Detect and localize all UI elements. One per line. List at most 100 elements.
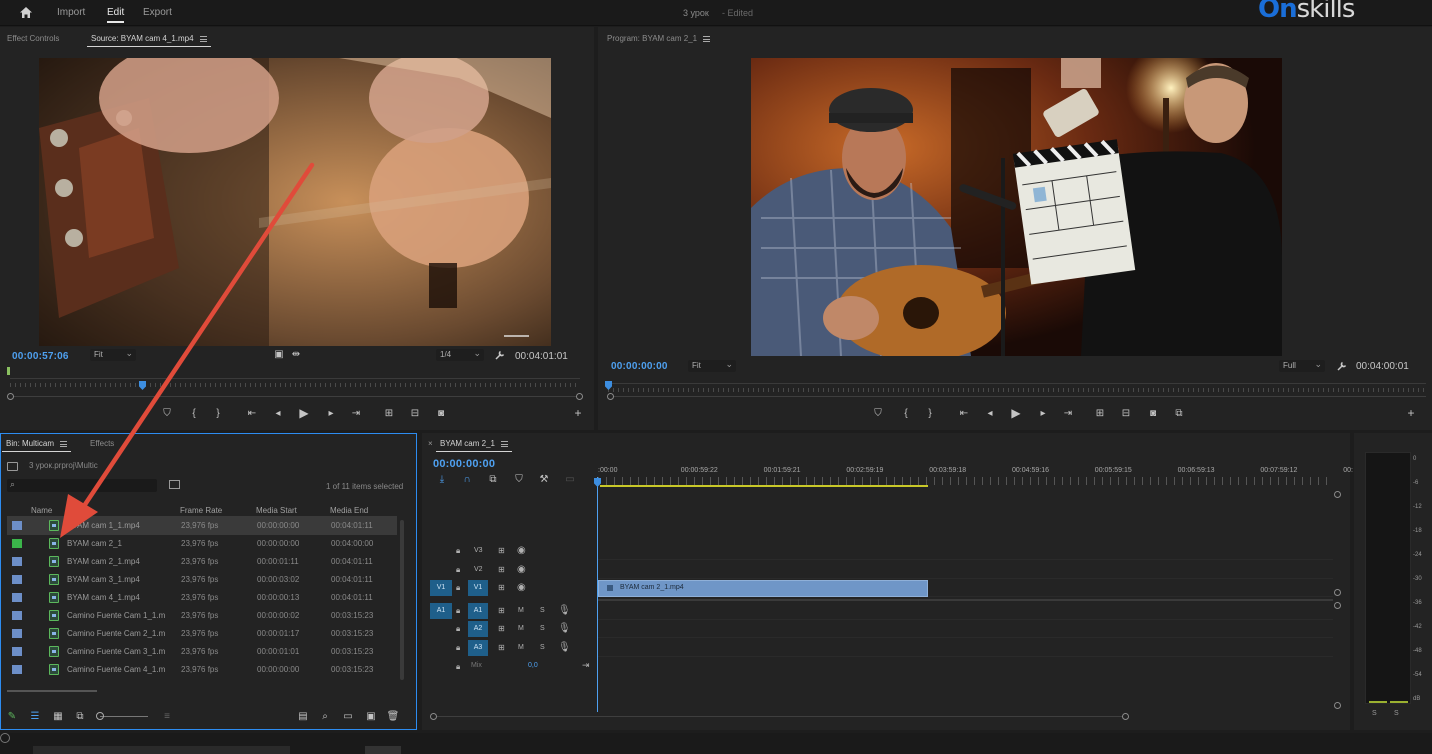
a-zoom-handle-top[interactable]: [1334, 602, 1341, 609]
step-back-button[interactable]: ◂: [983, 408, 997, 420]
bin-row[interactable]: Camino Fuente Cam 3_1.m 23,976 fps 00:00:0…: [7, 643, 397, 661]
sort-icon[interactable]: ≡: [160, 711, 174, 723]
new-item-icon[interactable]: ▣: [364, 711, 378, 723]
program-time-ruler[interactable]: [608, 383, 1426, 393]
microphone-icon[interactable]: 🎙︎: [558, 605, 571, 616]
eye-icon[interactable]: ◉: [517, 564, 526, 575]
lock-icon[interactable]: 🔒︎: [456, 565, 460, 575]
comparison-view-icon[interactable]: ⧉: [1172, 408, 1186, 420]
track-label-v3[interactable]: V3: [474, 547, 483, 554]
add-marker-button[interactable]: ⛉: [871, 408, 885, 420]
bin-row[interactable]: BYAM cam 4_1.mp4 23,976 fps 00:00:00:13 00:…: [7, 589, 397, 607]
microphone-icon[interactable]: 🎙︎: [558, 642, 571, 653]
lock-icon[interactable]: 🔒︎: [456, 583, 460, 593]
sync-lock-icon[interactable]: ⊞: [498, 624, 505, 633]
mix-value[interactable]: 0,0: [528, 662, 538, 669]
mark-out-button[interactable]: }: [923, 408, 937, 420]
track-target-a3[interactable]: A3: [468, 640, 488, 656]
mark-in-button[interactable]: {: [899, 408, 913, 420]
track-lane-v3[interactable]: [598, 542, 1333, 560]
eye-icon[interactable]: ◉: [517, 545, 526, 556]
go-to-in-button[interactable]: ⇤: [957, 408, 971, 420]
panel-menu-icon[interactable]: [703, 35, 711, 42]
wrench-icon[interactable]: [494, 350, 505, 361]
freeform-view-icon[interactable]: ⧉: [73, 711, 87, 723]
timeline-scroll-right-handle[interactable]: [1122, 713, 1129, 720]
sync-lock-icon[interactable]: ⊞: [498, 606, 505, 615]
bin-row[interactable]: Camino Fuente Cam 4_1.m 23,976 fps 00:00:0…: [7, 661, 397, 679]
label-color-chip[interactable]: [12, 593, 22, 602]
solo-button[interactable]: S: [540, 607, 545, 614]
label-color-chip[interactable]: [12, 611, 22, 620]
program-timecode[interactable]: 00:00:00:00: [611, 361, 668, 372]
panel-menu-icon[interactable]: [500, 440, 508, 447]
work-area-bar[interactable]: [600, 485, 928, 487]
label-color-chip[interactable]: [12, 665, 22, 674]
mute-button[interactable]: M: [518, 607, 524, 614]
tab-program[interactable]: Program: BYAM cam 2_1: [607, 34, 711, 43]
bin-row[interactable]: Camino Fuente Cam 1_1.m 23,976 fps 00:00:0…: [7, 607, 397, 625]
pencil-icon[interactable]: ✎: [5, 711, 19, 723]
sync-lock-icon[interactable]: ⊞: [498, 565, 505, 574]
solo-button[interactable]: S: [540, 625, 545, 632]
button-editor-plus-icon[interactable]: +: [571, 407, 585, 419]
video-clip[interactable]: BYAM cam 2_1.mp4: [598, 580, 928, 597]
program-fit-select[interactable]: Fit: [688, 358, 736, 372]
track-target-v1[interactable]: V1: [468, 580, 488, 596]
program-video-frame[interactable]: [751, 58, 1282, 356]
step-forward-button[interactable]: ▸: [1036, 408, 1050, 420]
timeline-settings-wrench-icon[interactable]: ⚒: [537, 474, 551, 486]
add-marker-icon[interactable]: ⛉: [512, 474, 526, 486]
export-frame-camera-icon[interactable]: ◙: [1146, 408, 1160, 420]
close-icon[interactable]: ×: [428, 439, 433, 448]
program-zoom-left-handle[interactable]: [607, 393, 614, 400]
lock-icon[interactable]: 🔒︎: [456, 546, 460, 556]
automate-to-sequence-icon[interactable]: ▤: [296, 711, 310, 723]
list-view-icon[interactable]: ☰: [28, 711, 42, 723]
program-zoom-bar[interactable]: [612, 396, 1426, 397]
track-target-a2[interactable]: A2: [468, 621, 488, 637]
bin-h-scrollbar[interactable]: [7, 690, 97, 692]
label-color-chip[interactable]: [12, 575, 22, 584]
v-zoom-handle-top[interactable]: [1334, 491, 1341, 498]
program-quality-select[interactable]: Full: [1279, 358, 1325, 372]
meter-solo-left[interactable]: S: [1372, 710, 1377, 717]
source-zoom-right-handle[interactable]: [576, 393, 583, 400]
label-color-chip[interactable]: [12, 647, 22, 656]
wrench-icon[interactable]: [1336, 361, 1347, 372]
play-button[interactable]: ▶: [1009, 407, 1023, 419]
v-zoom-handle-mid[interactable]: [1334, 589, 1341, 596]
timeline-scroll-left-handle[interactable]: [430, 713, 437, 720]
label-color-chip[interactable]: [12, 629, 22, 638]
export-frame-camera-icon[interactable]: ◙: [434, 408, 448, 420]
bin-row[interactable]: Camino Fuente Cam 2_1.m 23,976 fps 00:00:0…: [7, 625, 397, 643]
track-lane-a3[interactable]: [598, 639, 1333, 657]
eye-icon[interactable]: ◉: [517, 582, 526, 593]
track-lane-a2[interactable]: [598, 620, 1333, 638]
track-lane-a1[interactable]: [598, 602, 1333, 620]
source-patch-v1[interactable]: V1: [430, 580, 452, 596]
timeline-timecode[interactable]: 00:00:00:00: [433, 458, 495, 470]
track-lane-v2[interactable]: [598, 561, 1333, 579]
mute-button[interactable]: M: [518, 625, 524, 632]
button-editor-plus-icon[interactable]: +: [1404, 407, 1418, 419]
microphone-icon[interactable]: 🎙︎: [558, 623, 571, 634]
insert-nest-icon[interactable]: ⤓: [435, 474, 449, 486]
new-bin-icon[interactable]: ▭: [341, 711, 355, 723]
extract-button[interactable]: ⊟: [1119, 408, 1133, 420]
go-to-out-button[interactable]: ⇥: [1061, 408, 1075, 420]
lock-icon[interactable]: 🔒︎: [456, 643, 460, 653]
trash-icon[interactable]: 🗑: [386, 711, 400, 723]
captions-icon[interactable]: ▭: [563, 474, 577, 486]
find-icon[interactable]: ⌕: [318, 711, 332, 723]
icon-view-icon[interactable]: ▦: [51, 711, 65, 723]
zoom-slider[interactable]: [100, 716, 148, 717]
track-target-a1[interactable]: A1: [468, 603, 488, 619]
meter-solo-right[interactable]: S: [1394, 710, 1399, 717]
source-patch-a1[interactable]: A1: [430, 603, 452, 619]
lock-icon[interactable]: 🔒︎: [456, 662, 460, 672]
track-label-v2[interactable]: V2: [474, 566, 483, 573]
tab-sequence[interactable]: BYAM cam 2_1: [436, 439, 512, 452]
sync-lock-icon[interactable]: ⊞: [498, 643, 505, 652]
source-resolution-select[interactable]: 1/4: [436, 347, 484, 361]
